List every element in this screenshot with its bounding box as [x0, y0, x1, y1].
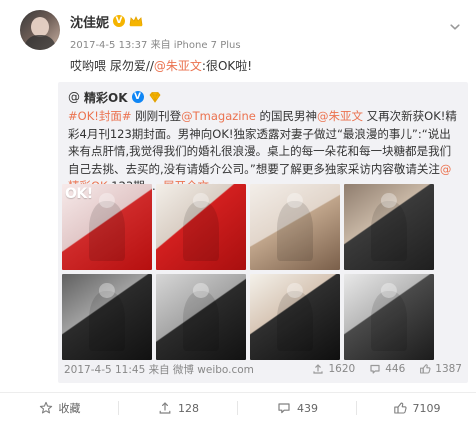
repost-share-count: 1620 — [328, 363, 356, 375]
image-thumb-6[interactable] — [156, 274, 246, 360]
thumb-figure — [371, 291, 407, 352]
chevron-down-icon[interactable] — [446, 18, 464, 36]
comment-count: 439 — [297, 401, 318, 415]
collect-label: 收藏 — [58, 402, 81, 415]
image-thumb-7[interactable] — [250, 274, 340, 360]
repost-source: 2017-4-5 11:45 来自 微博 weibo.com — [64, 363, 254, 376]
like-icon — [419, 363, 431, 375]
thumb-figure — [183, 291, 219, 352]
avatar[interactable] — [20, 10, 60, 50]
share-button[interactable]: 128 — [119, 393, 238, 422]
share-icon — [158, 401, 172, 415]
repost-comment-stat[interactable]: 446 — [369, 363, 405, 375]
image-grid: OK! — [62, 184, 434, 360]
crown-icon — [129, 15, 143, 27]
like-button[interactable]: 7109 — [357, 393, 476, 422]
image-thumb-5[interactable] — [62, 274, 152, 360]
author-name[interactable]: 沈佳妮 — [70, 12, 109, 31]
repost-author-name[interactable]: 精彩OK — [84, 89, 128, 106]
author-row: 沈佳妮 V — [70, 12, 143, 31]
repost-at-symbol: @ — [68, 90, 80, 104]
repost-footer: 2017-4-5 11:45 来自 微博 weibo.com 1620 446 … — [64, 362, 462, 376]
like-count: 7109 — [412, 401, 441, 415]
mention-link[interactable]: @朱亚文 — [317, 109, 363, 123]
mention-link[interactable]: @Tmagazine — [181, 109, 256, 123]
image-thumb-4[interactable] — [344, 184, 434, 270]
comment-button[interactable]: 439 — [238, 393, 357, 422]
comment-icon — [369, 363, 381, 375]
thumb-overlay: OK! — [65, 186, 93, 202]
repost-like-stat[interactable]: 1387 — [419, 363, 462, 375]
star-icon — [39, 401, 53, 415]
post-text-prefix: 哎哟喂 尿勿爱// — [70, 59, 154, 73]
thumb-figure — [89, 291, 125, 352]
action-bar: 收藏 128 439 7109 — [0, 392, 476, 422]
share-icon — [312, 363, 324, 375]
share-count: 128 — [178, 401, 199, 415]
thumb-figure — [277, 291, 313, 352]
image-thumb-8[interactable] — [344, 274, 434, 360]
comment-icon — [277, 401, 291, 415]
post-meta: 2017-4-5 13:37 来自 iPhone 7 Plus — [70, 40, 241, 51]
thumb-figure — [89, 201, 125, 262]
repost-comment-count: 446 — [385, 363, 406, 375]
repost-share-stat[interactable]: 1620 — [312, 363, 355, 375]
like-icon — [393, 401, 407, 415]
verified-badge: V — [131, 91, 144, 103]
repost-author-row: @ 精彩OK V — [68, 89, 162, 105]
repost-text-part-2: 的国民男神 — [255, 109, 318, 123]
repost-text-part-1: 刚刚刊登 — [131, 109, 182, 123]
hashtag-link[interactable]: #OK!封面# — [68, 109, 131, 123]
repost-stats: 1620 446 1387 — [312, 363, 462, 375]
image-thumb-1[interactable]: OK! — [62, 184, 152, 270]
image-thumb-2[interactable] — [156, 184, 246, 270]
thumb-figure — [183, 201, 219, 262]
verified-badge: V — [113, 15, 126, 27]
repost-like-count: 1387 — [435, 363, 462, 375]
mention-link[interactable]: @朱亚文 — [154, 59, 202, 73]
gem-icon — [148, 91, 162, 103]
repost-box: @ 精彩OK V #OK!封面# 刚刚刊登@Tmagazine 的国民男神@朱亚… — [58, 82, 468, 383]
thumb-figure — [371, 201, 407, 262]
image-thumb-3[interactable] — [250, 184, 340, 270]
post-text: 哎哟喂 尿勿爱//@朱亚文:很OK啦! — [70, 57, 252, 74]
thumb-figure — [277, 201, 313, 262]
collect-button[interactable]: 收藏 — [0, 393, 119, 422]
weibo-post-card: 沈佳妮 V 2017-4-5 13:37 来自 iPhone 7 Plus 哎哟… — [0, 0, 476, 422]
repost-text: #OK!封面# 刚刚刊登@Tmagazine 的国民男神@朱亚文 又再次新获OK… — [68, 108, 460, 196]
post-text-suffix: :很OK啦! — [201, 59, 253, 73]
